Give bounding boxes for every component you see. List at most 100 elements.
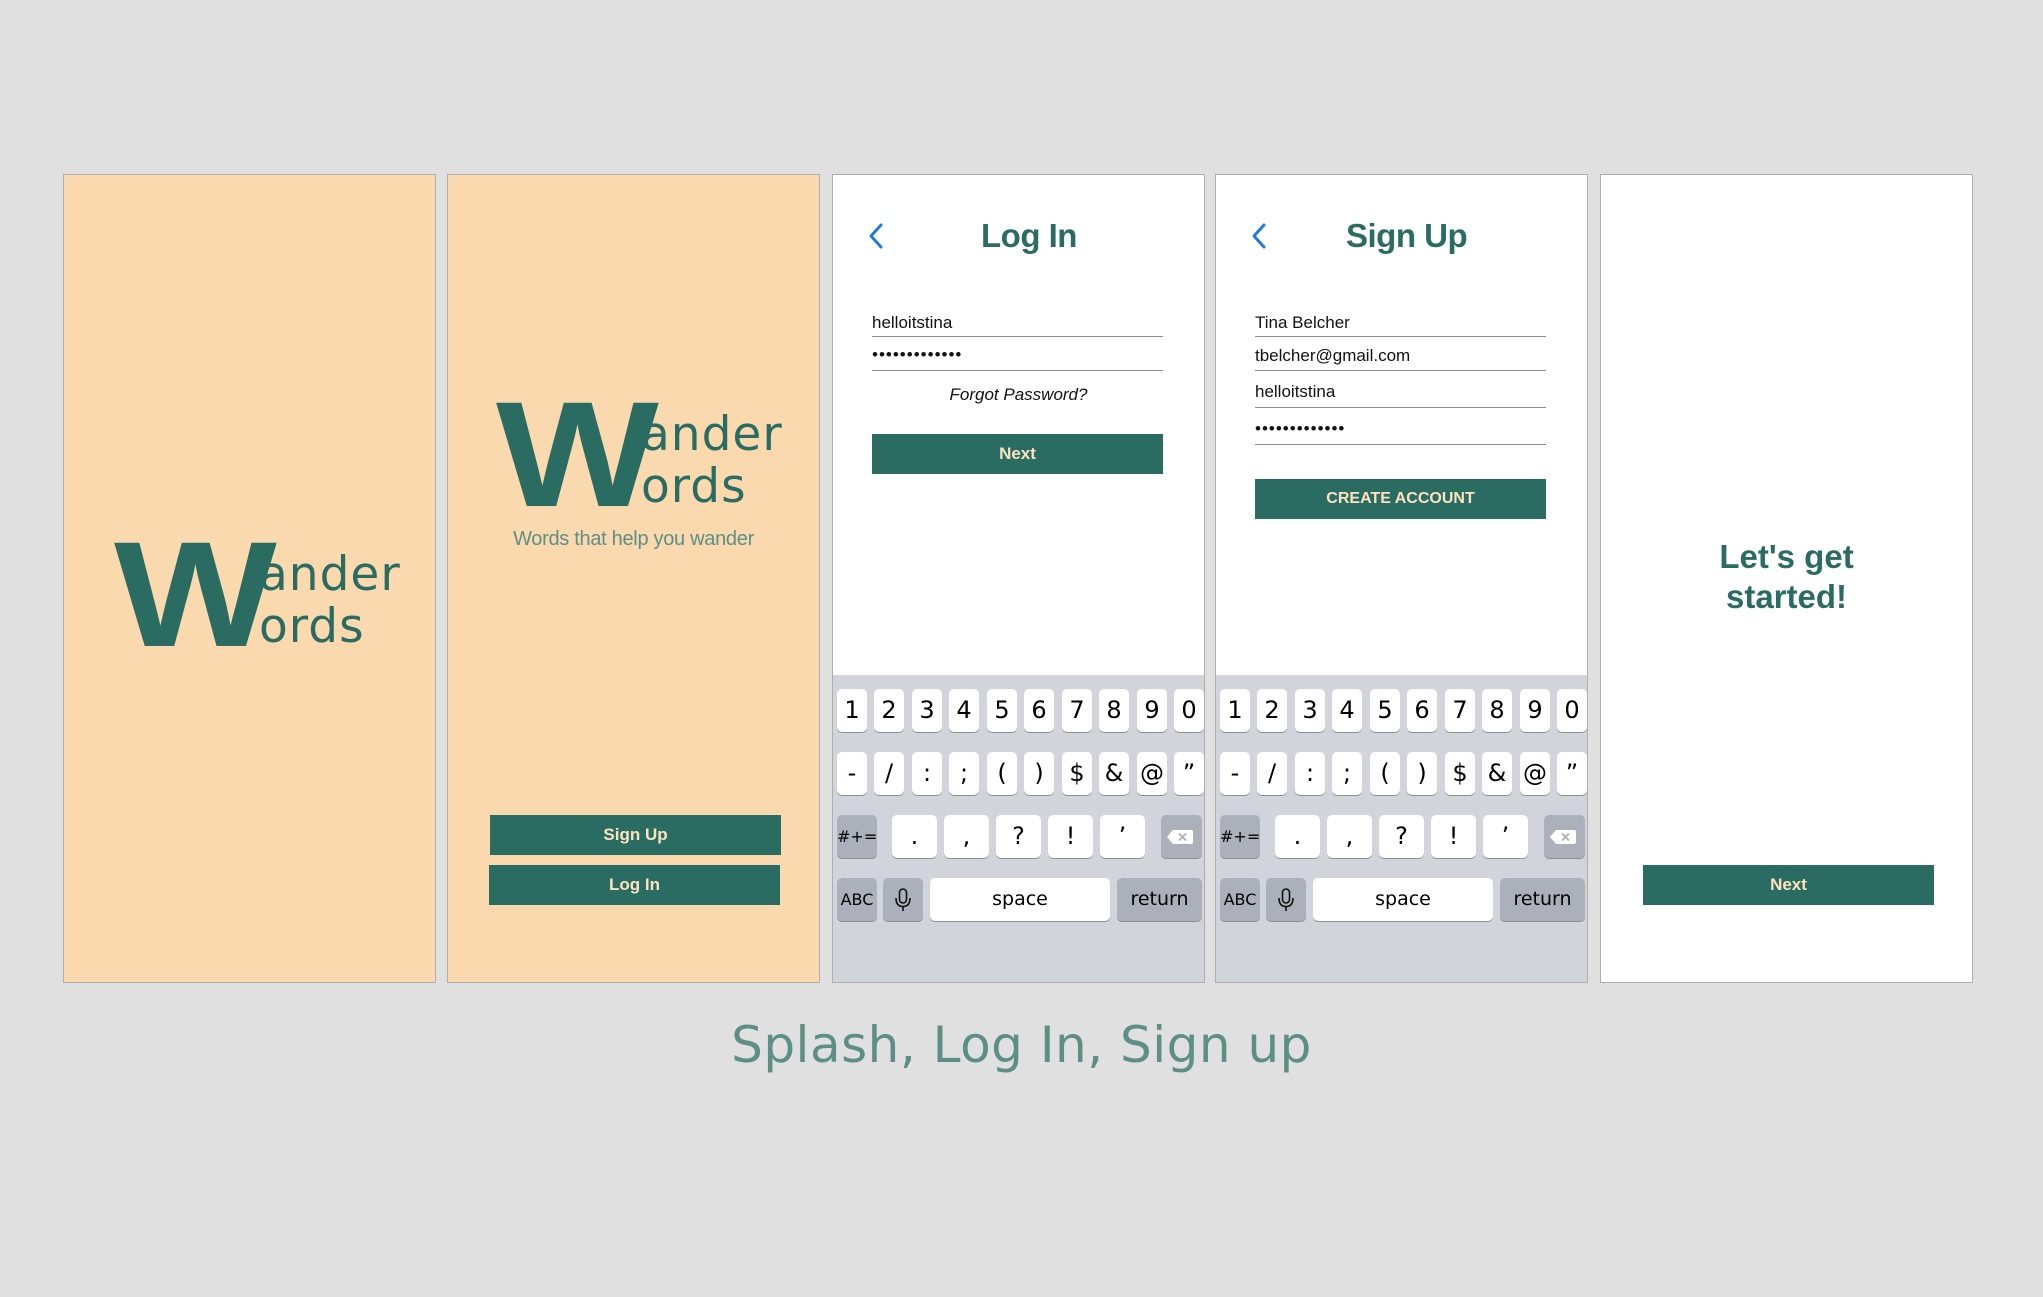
key[interactable]: ! — [1431, 815, 1476, 858]
key[interactable]: 7 — [1445, 689, 1475, 732]
password-field[interactable]: ••••••••••••• — [872, 341, 1163, 371]
key[interactable]: ) — [1024, 752, 1054, 795]
email-field[interactable]: tbelcher@gmail.com — [1255, 342, 1546, 371]
page-title: Sign Up — [1346, 217, 1468, 254]
logo-line-1: ander — [259, 547, 401, 602]
logo-line-2: ords — [641, 459, 747, 514]
key[interactable]: - — [1220, 752, 1250, 795]
key[interactable]: . — [1275, 815, 1320, 858]
username-field[interactable]: helloitstina — [1255, 378, 1546, 408]
numeric-keyboard: 1 2 3 4 5 6 7 8 9 0 - / : ; ( ) $ & @ ” … — [1216, 675, 1587, 982]
logo-initial: W — [496, 370, 659, 538]
signup-screen: Sign Up Tina Belcher tbelcher@gmail.com … — [1215, 174, 1588, 983]
key[interactable]: 4 — [949, 689, 979, 732]
key[interactable]: 0 — [1174, 689, 1204, 732]
space-key[interactable]: space — [930, 878, 1110, 921]
splash-screen: W ander ords — [63, 174, 436, 983]
next-button[interactable]: Next — [872, 434, 1163, 474]
login-screen: Log In helloitstina ••••••••••••• Forgot… — [832, 174, 1205, 983]
symbols-toggle-key[interactable]: #+= — [837, 815, 877, 858]
key[interactable]: 1 — [1220, 689, 1250, 732]
space-key[interactable]: space — [1313, 878, 1493, 921]
key[interactable]: : — [1295, 752, 1325, 795]
heading-line-1: Let's get — [1719, 538, 1854, 575]
key[interactable]: $ — [1445, 752, 1475, 795]
key[interactable]: ’ — [1483, 815, 1528, 858]
key[interactable]: 8 — [1099, 689, 1129, 732]
microphone-icon — [1278, 888, 1294, 911]
abc-key[interactable]: ABC — [837, 878, 877, 921]
caption: Splash, Log In, Sign up — [731, 1016, 1312, 1074]
key[interactable]: 0 — [1557, 689, 1587, 732]
key[interactable]: @ — [1520, 752, 1550, 795]
logo-initial: W — [114, 510, 277, 678]
password-field[interactable]: ••••••••••••• — [1255, 415, 1546, 445]
abc-key[interactable]: ABC — [1220, 878, 1260, 921]
microphone-icon — [895, 888, 911, 911]
key[interactable]: , — [1327, 815, 1372, 858]
key[interactable]: / — [1257, 752, 1287, 795]
key[interactable]: ” — [1557, 752, 1587, 795]
key[interactable]: ; — [949, 752, 979, 795]
key[interactable]: / — [874, 752, 904, 795]
key[interactable]: 5 — [987, 689, 1017, 732]
key[interactable]: - — [837, 752, 867, 795]
key[interactable]: ? — [1379, 815, 1424, 858]
numeric-keyboard: 1 2 3 4 5 6 7 8 9 0 - / : ; ( ) $ & @ ” … — [833, 675, 1204, 982]
key[interactable]: , — [944, 815, 989, 858]
key[interactable]: ( — [987, 752, 1017, 795]
key[interactable]: 3 — [1295, 689, 1325, 732]
key[interactable]: . — [892, 815, 937, 858]
key[interactable]: ! — [1048, 815, 1093, 858]
key[interactable]: 7 — [1062, 689, 1092, 732]
page-title: Log In — [981, 217, 1077, 254]
key[interactable]: ( — [1370, 752, 1400, 795]
key[interactable]: & — [1099, 752, 1129, 795]
logo-line-2: ords — [259, 599, 365, 654]
key[interactable]: 9 — [1137, 689, 1167, 732]
logo-line-1: ander — [641, 407, 783, 462]
get-started-heading: Let's get started! — [1601, 537, 1972, 617]
key[interactable]: 2 — [874, 689, 904, 732]
key[interactable]: ’ — [1100, 815, 1145, 858]
key[interactable]: ) — [1407, 752, 1437, 795]
welcome-screen: W ander ords Words that help you wander … — [447, 174, 820, 983]
key[interactable]: @ — [1137, 752, 1167, 795]
key[interactable]: 6 — [1024, 689, 1054, 732]
get-started-screen: Let's get started! Next — [1600, 174, 1973, 983]
key[interactable]: 5 — [1370, 689, 1400, 732]
back-chevron-icon[interactable] — [865, 221, 887, 251]
key[interactable]: 1 — [837, 689, 867, 732]
sign-up-button[interactable]: Sign Up — [490, 815, 781, 855]
key[interactable]: 9 — [1520, 689, 1550, 732]
backspace-icon — [1167, 830, 1193, 844]
name-field[interactable]: Tina Belcher — [1255, 309, 1546, 337]
microphone-key[interactable] — [883, 878, 923, 921]
log-in-button[interactable]: Log In — [489, 865, 780, 905]
microphone-key[interactable] — [1266, 878, 1306, 921]
symbols-toggle-key[interactable]: #+= — [1220, 815, 1260, 858]
back-chevron-icon[interactable] — [1248, 221, 1270, 251]
key[interactable]: ? — [996, 815, 1041, 858]
tagline: Words that help you wander — [513, 528, 754, 550]
key[interactable]: $ — [1062, 752, 1092, 795]
create-account-button[interactable]: CREATE ACCOUNT — [1255, 479, 1546, 519]
key[interactable]: 4 — [1332, 689, 1362, 732]
key[interactable]: 2 — [1257, 689, 1287, 732]
heading-line-2: started! — [1725, 578, 1848, 615]
key[interactable]: 8 — [1482, 689, 1512, 732]
return-key[interactable]: return — [1117, 878, 1202, 921]
username-field[interactable]: helloitstina — [872, 309, 1163, 337]
key[interactable]: & — [1482, 752, 1512, 795]
key[interactable]: ” — [1174, 752, 1204, 795]
key[interactable]: 3 — [912, 689, 942, 732]
key[interactable]: 6 — [1407, 689, 1437, 732]
key[interactable]: ; — [1332, 752, 1362, 795]
return-key[interactable]: return — [1500, 878, 1585, 921]
backspace-key[interactable] — [1544, 815, 1585, 858]
backspace-key[interactable] — [1161, 815, 1202, 858]
key[interactable]: : — [912, 752, 942, 795]
forgot-password-link[interactable]: Forgot Password? — [833, 385, 1204, 405]
backspace-icon — [1550, 830, 1576, 844]
next-button[interactable]: Next — [1643, 865, 1934, 905]
